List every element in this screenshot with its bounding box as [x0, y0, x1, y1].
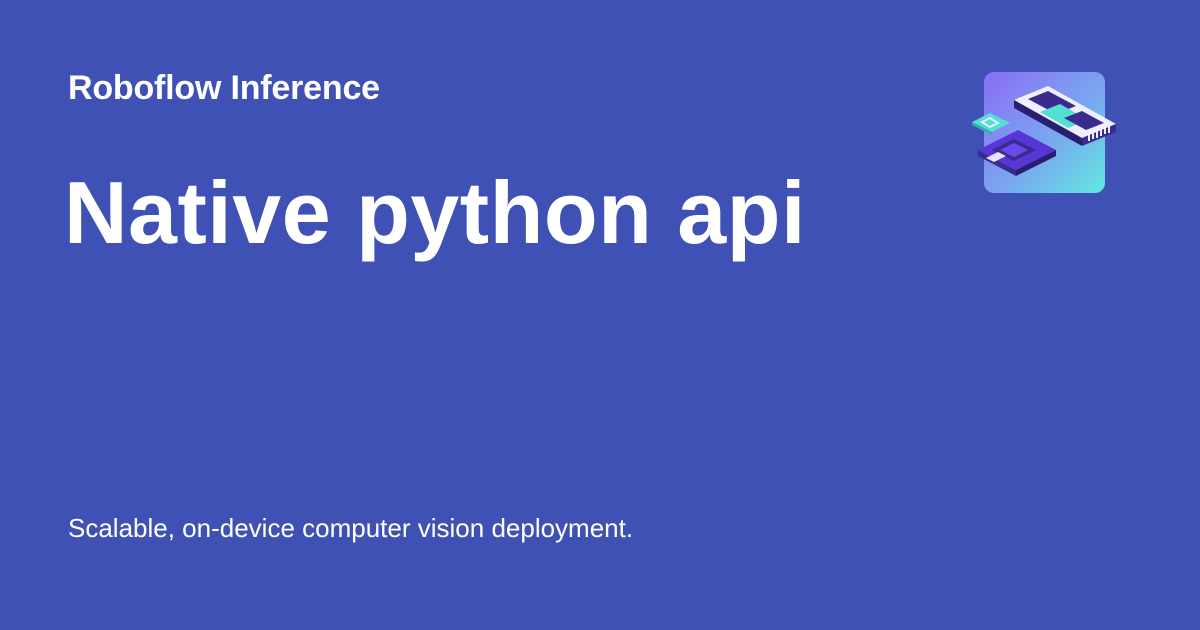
- logo: [972, 72, 1116, 193]
- site-name: Roboflow Inference: [68, 69, 380, 107]
- page-title: Native python api: [64, 163, 806, 262]
- social-card: Roboflow Inference Native python api Sca…: [0, 0, 1200, 630]
- page-description: Scalable, on-device computer vision depl…: [68, 513, 634, 543]
- hardware-chip-icon: [972, 72, 1116, 193]
